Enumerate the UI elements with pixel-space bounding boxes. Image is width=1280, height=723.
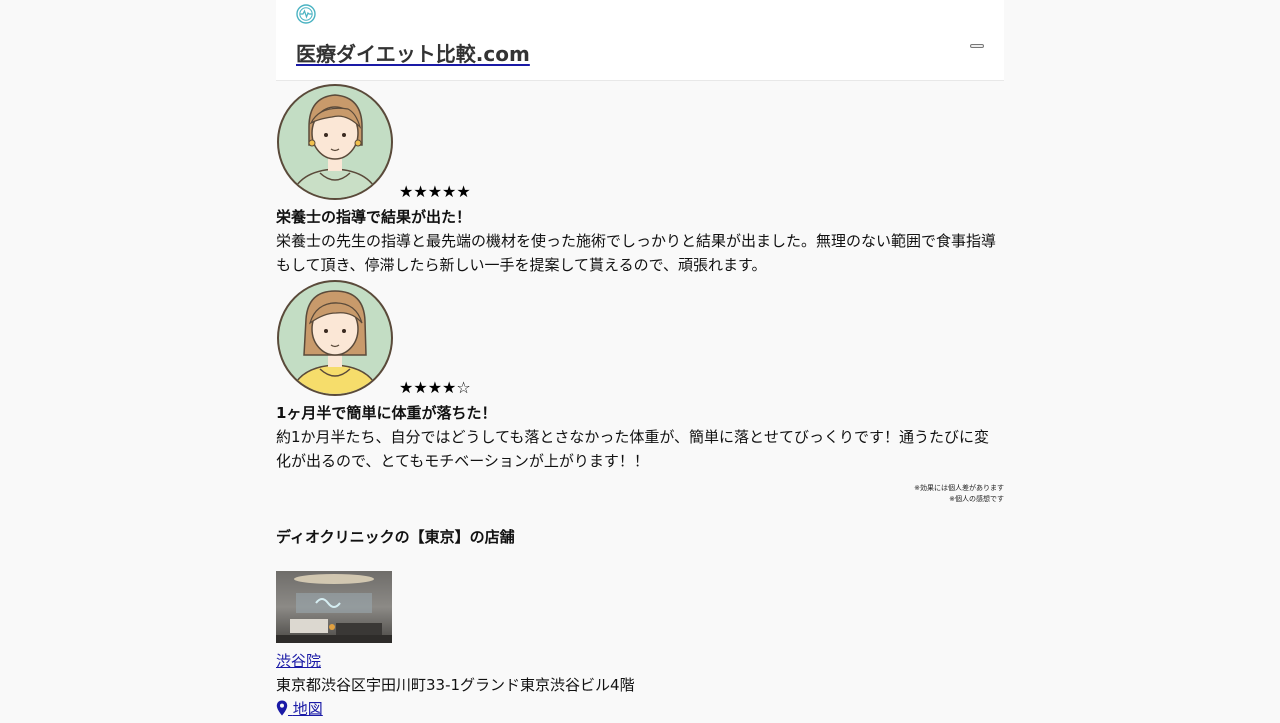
- review-card: ★★★★☆ 1ヶ月半で簡単に体重が落ちた！ 約1か月半たち、自分ではどうしても落…: [276, 277, 1004, 473]
- map-link-label: 地図: [292, 700, 323, 718]
- rating-stars: ★★★★☆: [399, 378, 471, 397]
- rating-stars: ★★★★★: [399, 182, 471, 201]
- review-body: 栄養士の先生の指導と最先端の機材を使った施術でしっかりと結果が出ました。無理のな…: [276, 232, 997, 274]
- hamburger-menu-button[interactable]: [970, 44, 984, 48]
- disclaimer-line: ※効果には個人差があります: [914, 484, 1004, 492]
- disclaimer-notes: ※効果には個人差があります ※個人の感想です: [276, 483, 1004, 505]
- review-title: 1ヶ月半で簡単に体重が落ちた！: [276, 404, 497, 422]
- review-card: ★★★★★ 栄養士の指導で結果が出た！ 栄養士の先生の指導と最先端の機材を使った…: [276, 81, 1004, 277]
- medical-logo-icon: [296, 4, 316, 24]
- map-link[interactable]: 地図: [276, 700, 323, 718]
- site-title-link[interactable]: 医療ダイエット比較.com: [296, 38, 530, 67]
- page: 医療ダイエット比較.com ★★★★★ 栄養士の指導で結果が出た！ 栄養士の先生…: [276, 0, 1004, 723]
- section-title: ディオクリニックの【東京】の店舗: [276, 528, 515, 546]
- site-header: 医療ダイエット比較.com: [276, 0, 1004, 81]
- map-pin-icon: [276, 699, 288, 723]
- disclaimer-line: ※個人の感想です: [949, 495, 1004, 503]
- woman-avatar-icon: [276, 279, 394, 397]
- review-title: 栄養士の指導で結果が出た！: [276, 208, 472, 226]
- review-body: 約1か月半たち、自分ではどうしても落とさなかった体重が、簡単に落とせてびっくりで…: [276, 428, 990, 470]
- clinic-name-link[interactable]: 渋谷院: [276, 649, 321, 673]
- clinic-photo: [276, 571, 392, 643]
- clinic-address: 東京都渋谷区宇田川町33-1グランド東京渋谷ビル4階: [276, 676, 635, 694]
- woman-avatar-icon: [276, 83, 394, 201]
